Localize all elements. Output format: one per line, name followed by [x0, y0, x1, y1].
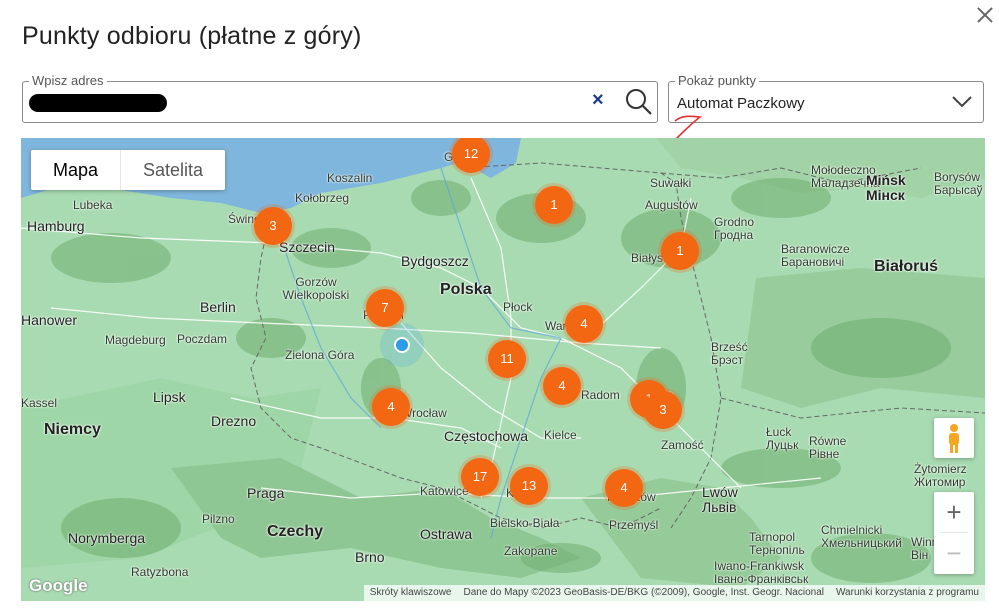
pickup-cluster-marker[interactable]: 4 [372, 388, 410, 426]
country-label: Czechy [267, 523, 324, 540]
current-location-marker [394, 337, 410, 353]
google-logo: Google [29, 576, 88, 595]
city-label: Borysów Барысаў [934, 170, 983, 197]
city-label: Praga [247, 485, 285, 501]
city-label: Gorzów Wielkopolski [282, 275, 350, 302]
pickup-cluster-marker[interactable]: 3 [644, 391, 682, 429]
city-label: Radom [581, 388, 620, 402]
zoom-control: + − [934, 492, 974, 574]
city-label: Poczdam [177, 332, 228, 346]
city-label: Lubeka [73, 198, 113, 212]
city-label: Zakopane [504, 544, 558, 558]
city-label: Drezno [211, 413, 257, 429]
keyboard-shortcuts-link[interactable]: Skróty klawiszowe [364, 585, 458, 601]
pickup-cluster-marker[interactable]: 4 [565, 305, 603, 343]
city-label: Zamość [661, 438, 704, 452]
clear-icon[interactable]: × [592, 89, 604, 112]
city-label: Ratyzbona [131, 565, 189, 579]
city-label: Grodno Гродна [714, 215, 755, 242]
pickup-cluster-marker[interactable]: 7 [366, 289, 404, 327]
city-label: Pilzno [202, 512, 235, 526]
points-type-value: Automat Paczkowy [677, 95, 805, 112]
country-label: Białoruś [874, 258, 939, 275]
city-label: Przemyśl [609, 518, 659, 532]
zoom-in-button[interactable]: + [934, 492, 974, 532]
chevron-down-icon [952, 96, 972, 108]
city-label: Norymberga [68, 530, 146, 546]
pickup-cluster-marker[interactable]: 1 [535, 186, 573, 224]
pickup-cluster-marker[interactable]: 17 [461, 458, 499, 496]
city-label: Szczecin [279, 239, 336, 255]
close-icon[interactable] [974, 4, 996, 26]
city-label: Koszalin [327, 171, 373, 185]
city-label: Kołobrzeg [295, 191, 350, 205]
pickup-points-dialog: Punkty odbioru (płatne z góry) Wpisz adr… [0, 0, 999, 613]
city-label: Magdeburg [105, 333, 166, 347]
city-label: Płock [503, 300, 533, 314]
search-icon[interactable] [625, 88, 653, 116]
city-label: Kielce [544, 428, 577, 442]
street-view-pegman-icon[interactable] [934, 418, 974, 458]
city-label: Bydgoszcz [401, 253, 469, 269]
map-type-control: Mapa Satelita [31, 150, 226, 190]
city-label: Lipsk [153, 389, 186, 405]
address-legend: Wpisz adres [29, 73, 107, 88]
pickup-cluster-marker[interactable]: 13 [510, 467, 548, 505]
city-label: Żytomierz Житомир [914, 462, 967, 489]
pickup-cluster-marker[interactable]: 4 [543, 367, 581, 405]
city-label: Tarnopol Тернопіль [749, 530, 805, 557]
map-type-map-button[interactable]: Mapa [31, 150, 120, 190]
country-label: Niemcy [44, 421, 101, 438]
city-label: Równe Рівне [809, 434, 847, 461]
redacted-address-value [29, 94, 167, 112]
pickup-cluster-marker[interactable]: 3 [254, 207, 292, 245]
city-label: Brześć Брэст [711, 340, 748, 367]
terms-of-use-link[interactable]: Warunki korzystania z programu [830, 585, 985, 601]
map-type-satellite-button[interactable]: Satelita [120, 150, 225, 190]
address-field[interactable]: Wpisz adres × [22, 73, 658, 123]
zoom-out-button[interactable]: − [934, 533, 974, 573]
city-label: Częstochowa [444, 428, 529, 444]
red-annotation-mark [674, 115, 703, 140]
points-type-legend: Pokaż punkty [675, 73, 760, 88]
dialog-title: Punkty odbioru (płatne z góry) [22, 22, 362, 50]
city-label: Bielsko-Biała [490, 516, 560, 530]
city-label: Kassel [21, 396, 58, 410]
pickup-cluster-marker[interactable]: 1 [661, 232, 699, 270]
city-label: Suwałki [650, 176, 692, 190]
city-label: Baranowicze Барановичі [781, 242, 850, 269]
map-attribution-bar: Skróty klawiszowe Dane do Mapy ©2023 Geo… [363, 585, 985, 601]
city-label: Augustów [645, 198, 698, 212]
pickup-cluster-marker[interactable]: 4 [605, 469, 643, 507]
city-label: Iwano-Frankiwsk Івано-Франківськ [714, 559, 809, 586]
city-label: Hamburg [27, 218, 85, 234]
map-data-attribution: Dane do Mapy ©2023 GeoBasis-DE/BKG (©200… [463, 587, 824, 598]
city-label: Mińsk Мінск [866, 172, 906, 203]
pickup-cluster-marker[interactable]: 11 [488, 340, 526, 378]
country-label: Polska [440, 281, 492, 298]
city-label: Berlin [200, 299, 236, 315]
map-area[interactable]: Mapa Satelita Polska Niemcy Czechy Biało… [21, 138, 985, 601]
city-label: Hanower [21, 312, 78, 328]
city-label: Katowice [420, 484, 469, 498]
city-label: Brno [355, 549, 385, 565]
city-label: Zielona Góra [285, 348, 355, 362]
city-label: Chmielnicki Хмельницький [821, 523, 902, 550]
city-label: Lwów Львів [702, 484, 738, 515]
points-type-select[interactable]: Pokaż punkty Automat Paczkowy [668, 73, 984, 123]
city-label: Ostrawa [420, 526, 473, 542]
